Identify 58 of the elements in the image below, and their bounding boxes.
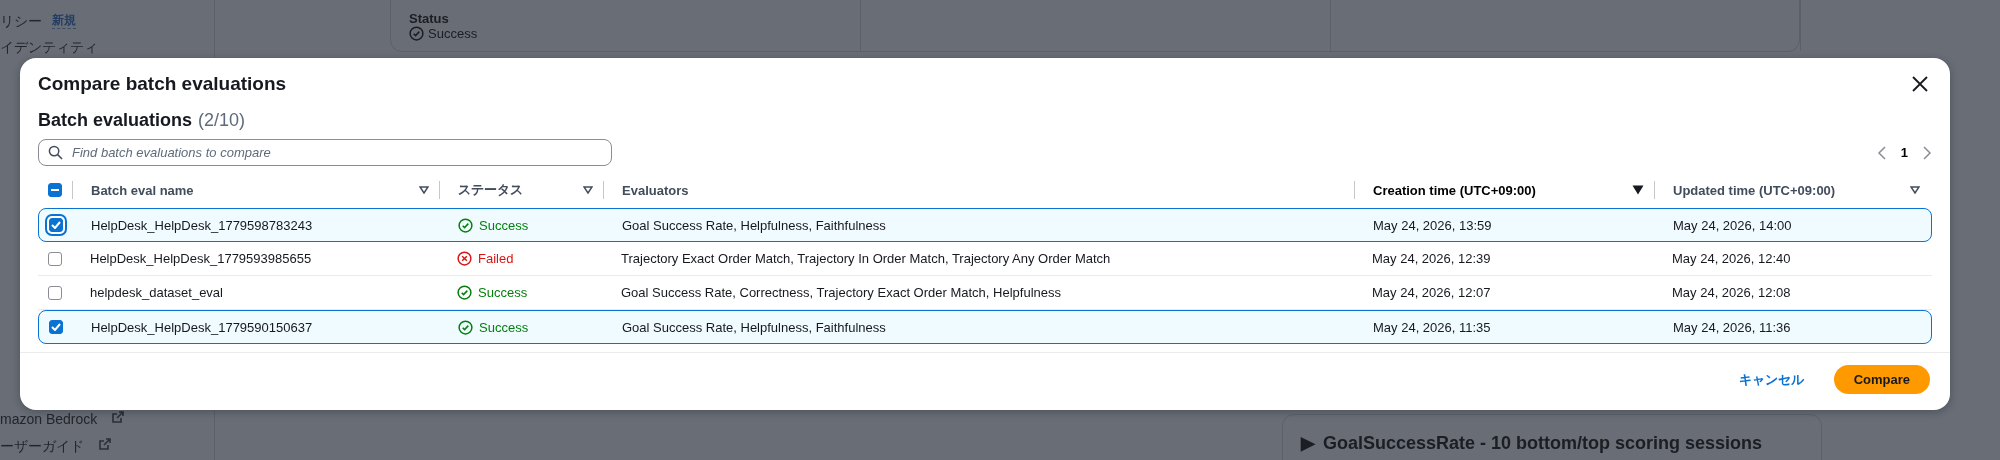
table-row[interactable]: HelpDesk_HelpDesk_1779593985655 Failed Trajectory Exact Order Match, Trajectory In Order Match, Trajectory Any Order Match May 24, 2026, 12:39 May 24, 2026, 12:40 xyxy=(38,242,1932,276)
table-cell-text: Goal Success Rate, Helpfulness, Faithfulness xyxy=(621,217,887,233)
table-cell-text: May 24, 2026, 13:59 xyxy=(1372,217,1493,233)
status-text: Success xyxy=(478,285,528,300)
table-cell-text: May 24, 2026, 12:07 xyxy=(1371,285,1492,300)
success-icon xyxy=(457,285,472,300)
column-header[interactable]: ステータス xyxy=(458,181,523,199)
table-cell-text: HelpDesk_HelpDesk_1779593985655 xyxy=(89,251,313,266)
field-label: Status xyxy=(409,11,450,26)
row-checkbox[interactable] xyxy=(49,320,63,334)
sort-icon[interactable] xyxy=(583,186,593,194)
row-checkbox[interactable] xyxy=(48,285,62,300)
row-checkbox[interactable] xyxy=(48,251,62,266)
table-cell-text: May 24, 2026, 12:39 xyxy=(1371,251,1492,266)
select-all-checkbox[interactable] xyxy=(48,183,62,197)
page-number[interactable]: 1 xyxy=(1900,145,1908,160)
status-text: Failed xyxy=(478,251,514,266)
modal-title: Compare batch evaluations xyxy=(38,73,287,95)
table-cell-text: helpdesk_dataset_eval xyxy=(89,285,224,300)
search-icon xyxy=(48,145,63,160)
status-text: Success xyxy=(479,319,529,335)
selection-count: (2/10) xyxy=(198,110,246,131)
status-text: Success xyxy=(479,217,529,233)
column-header[interactable]: Batch eval name xyxy=(91,182,194,198)
sort-icon[interactable] xyxy=(419,186,429,194)
table-cell-text: HelpDesk_HelpDesk_1779590150637 xyxy=(90,319,314,335)
search-field[interactable]: Find batch evaluations to compare xyxy=(38,139,612,166)
field-value: Success xyxy=(428,26,478,41)
table-row[interactable]: HelpDesk_HelpDesk_1779598783243 Success Goal Success Rate, Helpfulness, Faithfulness May 24, 2026, 13:59 May 24, 2026, 14:00 xyxy=(38,208,1932,242)
cancel-button[interactable]: キャンセル xyxy=(1734,366,1808,393)
column-header[interactable]: Evaluators xyxy=(622,182,689,198)
sort-descending-icon[interactable] xyxy=(1632,185,1644,195)
compare-button[interactable]: Compare xyxy=(1833,365,1930,394)
section-title: GoalSuccessRate - 10 bottom/top scoring sessions xyxy=(1323,432,1763,455)
success-icon xyxy=(409,26,424,41)
next-page-button[interactable] xyxy=(1922,145,1932,160)
table-cell-text: HelpDesk_HelpDesk_1779598783243 xyxy=(90,217,314,233)
table-cell-text: May 24, 2026, 12:08 xyxy=(1671,285,1792,300)
column-header[interactable]: Updated time (UTC+09:00) xyxy=(1673,182,1836,198)
new-badge: 新規 xyxy=(52,12,76,29)
table-cell-text: May 24, 2026, 11:35 xyxy=(1372,319,1492,335)
table-cell-text: Goal Success Rate, Correctness, Trajectory Exact Order Match, Helpfulness xyxy=(620,285,1062,300)
minus-icon xyxy=(51,189,59,191)
table-cell-text: May 24, 2026, 14:00 xyxy=(1672,217,1793,233)
table-cell-text: Trajectory Exact Order Match, Trajectory In Order Match, Trajectory Any Order Match xyxy=(620,251,1112,266)
table-cell-text: May 24, 2026, 11:36 xyxy=(1672,319,1792,335)
success-icon xyxy=(458,319,473,335)
error-icon xyxy=(457,251,472,266)
section-heading: Batch evaluations xyxy=(38,110,193,131)
table-cell-text: May 24, 2026, 12:40 xyxy=(1671,251,1792,266)
previous-page-button[interactable] xyxy=(1876,145,1887,160)
table-row[interactable]: HelpDesk_HelpDesk_1779590150637 Success Goal Success Rate, Helpfulness, Faithfulness May 24, 2026, 11:35 May 24, 2026, 11:36 xyxy=(38,310,1932,344)
external-link-icon xyxy=(111,410,126,424)
success-icon xyxy=(458,217,473,233)
column-header[interactable]: Creation time (UTC+09:00) xyxy=(1373,182,1536,198)
table-cell-text: Goal Success Rate, Helpfulness, Faithfulness xyxy=(621,319,887,335)
external-link-icon xyxy=(98,437,112,451)
sort-icon[interactable] xyxy=(1910,186,1920,194)
